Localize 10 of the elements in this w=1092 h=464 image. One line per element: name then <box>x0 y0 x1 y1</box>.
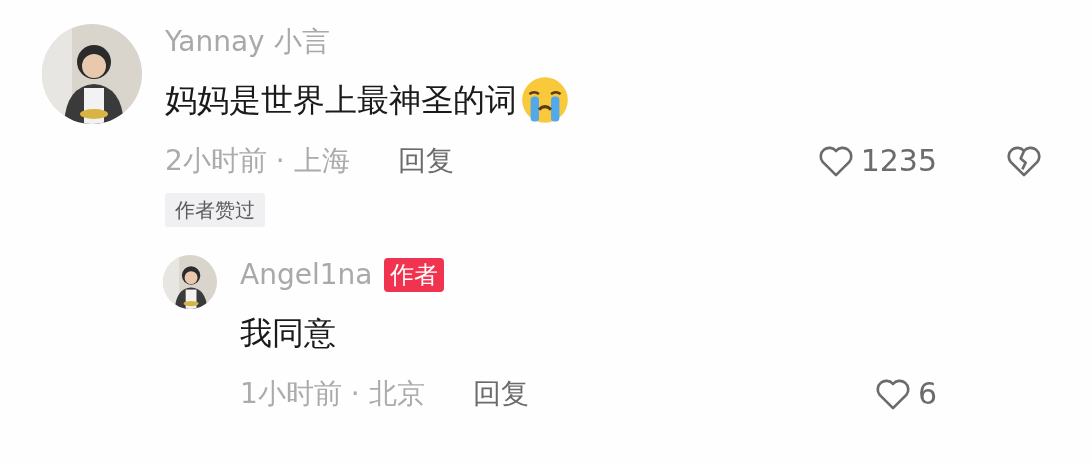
like-count: 6 <box>917 375 937 413</box>
reply-link[interactable]: 回复 <box>472 372 529 415</box>
comment-time-location: 1小时前 · 北京 <box>240 375 425 412</box>
liked-by-author-tag: 作者赞过 <box>165 193 265 227</box>
comment-text: 妈妈是世界上最神圣的词 <box>165 80 517 121</box>
reply-link[interactable]: 回复 <box>397 139 454 182</box>
like-count: 1235 <box>860 142 937 180</box>
comment-time-location: 2小时前 · 上海 <box>165 142 350 179</box>
author-badge: 作者 <box>384 258 445 292</box>
comment-text: 我同意 <box>240 313 336 354</box>
